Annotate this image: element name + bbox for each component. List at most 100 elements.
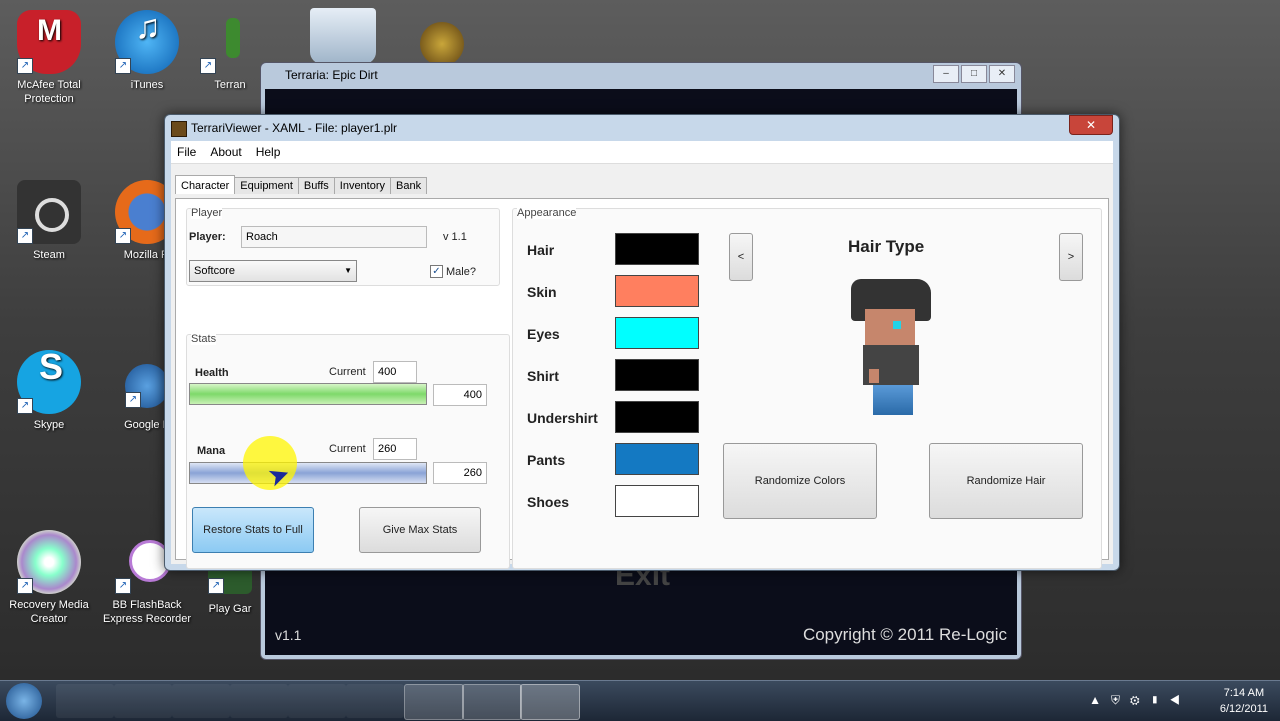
desktop-icon-skype[interactable]: S ↗ Skype	[4, 349, 94, 432]
itunes-icon: ♫ ↗	[115, 10, 179, 74]
desktop-icon-label: Recovery Media	[9, 599, 89, 611]
close-button[interactable]: ✕	[1069, 115, 1113, 135]
stats-group-title: Stats	[191, 333, 217, 345]
mana-bar[interactable]	[189, 462, 427, 484]
hair-type-label: Hair Type	[848, 237, 925, 256]
window-titlebar[interactable]: TerrariViewer - XAML - File: player1.plr…	[165, 115, 1119, 141]
randomize-colors-button[interactable]: Randomize Colors	[723, 443, 877, 519]
game-version: v1.1	[275, 627, 302, 643]
player-group-title: Player	[191, 207, 223, 219]
maximize-icon[interactable]: □	[961, 65, 987, 83]
undershirt-color-swatch[interactable]	[615, 401, 699, 433]
minimize-icon[interactable]: –	[933, 65, 959, 83]
taskbar-w-app-icon[interactable]	[346, 684, 404, 718]
skin-color-label: Skin	[527, 284, 557, 300]
character-hand	[869, 369, 879, 383]
desktop-icon-label: McAfee Total	[17, 79, 81, 91]
tab-equipment[interactable]: Equipment	[234, 177, 299, 194]
taskbar-media-player-icon[interactable]	[288, 684, 346, 718]
desktop-icon-label: iTunes	[130, 79, 164, 91]
randomize-hair-button[interactable]: Randomize Hair	[929, 443, 1083, 519]
appearance-group: Appearance Hair Skin Eyes Shirt Undershi…	[512, 207, 1102, 569]
chevron-down-icon: ▼	[344, 266, 352, 275]
recycle-bin-icon[interactable]	[310, 8, 376, 64]
desktop-icon-label: Play Gar	[208, 603, 252, 615]
give-max-stats-button[interactable]: Give Max Stats	[359, 507, 481, 553]
tab-bank[interactable]: Bank	[390, 177, 428, 194]
male-label: Male?	[446, 266, 476, 278]
tab-inventory[interactable]: Inventory	[333, 177, 392, 194]
player-name-field[interactable]: Roach	[241, 226, 427, 248]
undershirt-color-label: Undershirt	[527, 410, 598, 426]
difficulty-select[interactable]: Softcore ▼	[189, 260, 357, 282]
taskbar-internet-explorer-icon[interactable]	[172, 684, 230, 718]
window-client-area: File About Help Character Equipment Buff…	[171, 141, 1113, 569]
skype-icon: S ↗	[17, 349, 81, 414]
clock-time: 7:14 AM	[1223, 687, 1265, 699]
pants-color-swatch[interactable]	[615, 443, 699, 475]
window-title: TerrariViewer - XAML - File: player1.plr	[191, 121, 398, 135]
health-bar[interactable]	[189, 383, 427, 405]
desktop-icon-mcafee[interactable]: M ↗ McAfee Total Protection	[4, 10, 94, 106]
eyes-color-swatch[interactable]	[615, 317, 699, 349]
system-tray-icons[interactable]: ▲⛨⚙▮◀	[1089, 693, 1190, 708]
terrariviewer-window[interactable]: TerrariViewer - XAML - File: player1.plr…	[164, 114, 1120, 571]
desktop-icon-terraria[interactable]: ↗ Terran	[200, 10, 260, 92]
next-hair-button[interactable]: >	[1059, 233, 1083, 281]
mcafee-icon: M ↗	[17, 10, 81, 74]
desktop-icon-itunes[interactable]: ♫ ↗ iTunes	[102, 10, 192, 92]
shoes-color-swatch[interactable]	[615, 485, 699, 517]
male-checkbox[interactable]: ✓	[430, 265, 443, 278]
game-copyright: Copyright © 2011 Re-Logic	[802, 625, 1007, 644]
menu-file[interactable]: File	[177, 141, 196, 163]
hair-color-label: Hair	[527, 242, 555, 258]
taskbar-explorer-icon[interactable]	[114, 684, 172, 718]
shirt-color-label: Shirt	[527, 368, 559, 384]
terraria-window-controls: – □ ✕	[933, 65, 1015, 83]
taskbar-firefox-icon[interactable]	[404, 684, 464, 720]
health-max-field[interactable]: 400	[433, 384, 487, 406]
restore-stats-button[interactable]: Restore Stats to Full	[192, 507, 314, 553]
steam-icon: ↗	[17, 180, 81, 244]
terraria-window-title: Terraria: Epic Dirt	[285, 68, 378, 82]
menu-about[interactable]: About	[210, 141, 241, 163]
tab-buffs[interactable]: Buffs	[297, 177, 335, 194]
taskbar-clock-app-icon[interactable]	[56, 684, 114, 718]
tab-character[interactable]: Character	[175, 175, 236, 194]
taskbar-pin-icon[interactable]	[230, 684, 288, 718]
desktop-icon-label: Express Recorder	[102, 613, 192, 625]
stats-group: Stats Health Current 400 400 Mana Curren…	[186, 333, 510, 569]
health-current-field[interactable]: 400	[373, 361, 417, 383]
menu-help[interactable]: Help	[256, 141, 281, 163]
mana-current-field[interactable]: 260	[373, 438, 417, 460]
taskbar-clock[interactable]: 7:14 AM 6/12/2011	[1220, 685, 1268, 717]
health-label: Health	[195, 367, 229, 379]
desktop-icon-label: Protection	[24, 93, 74, 105]
appearance-group-title: Appearance	[517, 207, 577, 219]
taskbar-terraria-icon[interactable]	[462, 684, 522, 720]
shirt-color-swatch[interactable]	[615, 359, 699, 391]
character-eye	[893, 321, 901, 329]
taskbar-terrariviewer-icon[interactable]	[520, 684, 580, 720]
skin-color-swatch[interactable]	[615, 275, 699, 307]
desktop-icon-steam[interactable]: ↗ Steam	[4, 180, 94, 262]
clock-date: 6/12/2011	[1219, 703, 1268, 715]
close-icon[interactable]: ✕	[989, 65, 1015, 83]
start-button[interactable]	[6, 683, 42, 719]
world-of-warcraft-icon[interactable]	[420, 22, 464, 66]
desktop-icon-label: Terran	[214, 79, 246, 91]
health-bar-fill	[190, 384, 426, 404]
player-group: Player Player: Roach v 1.1 Softcore ▼ ✓ …	[186, 207, 500, 286]
mana-bar-fill	[190, 463, 426, 483]
player-name-label: Player:	[189, 231, 226, 243]
desktop-icon-recovery-media[interactable]: ↗ Recovery Media Creator	[4, 530, 94, 626]
mana-label: Mana	[197, 445, 226, 457]
previous-hair-button[interactable]: <	[729, 233, 753, 281]
pants-color-label: Pants	[527, 452, 566, 468]
desktop-icon-label: Steam	[33, 249, 65, 261]
terrariviewer-app-icon	[171, 121, 187, 137]
version-label: v 1.1	[443, 231, 467, 243]
hair-color-swatch[interactable]	[615, 233, 699, 265]
menu-bar: File About Help	[171, 141, 1113, 164]
mana-max-field[interactable]: 260	[433, 462, 487, 484]
